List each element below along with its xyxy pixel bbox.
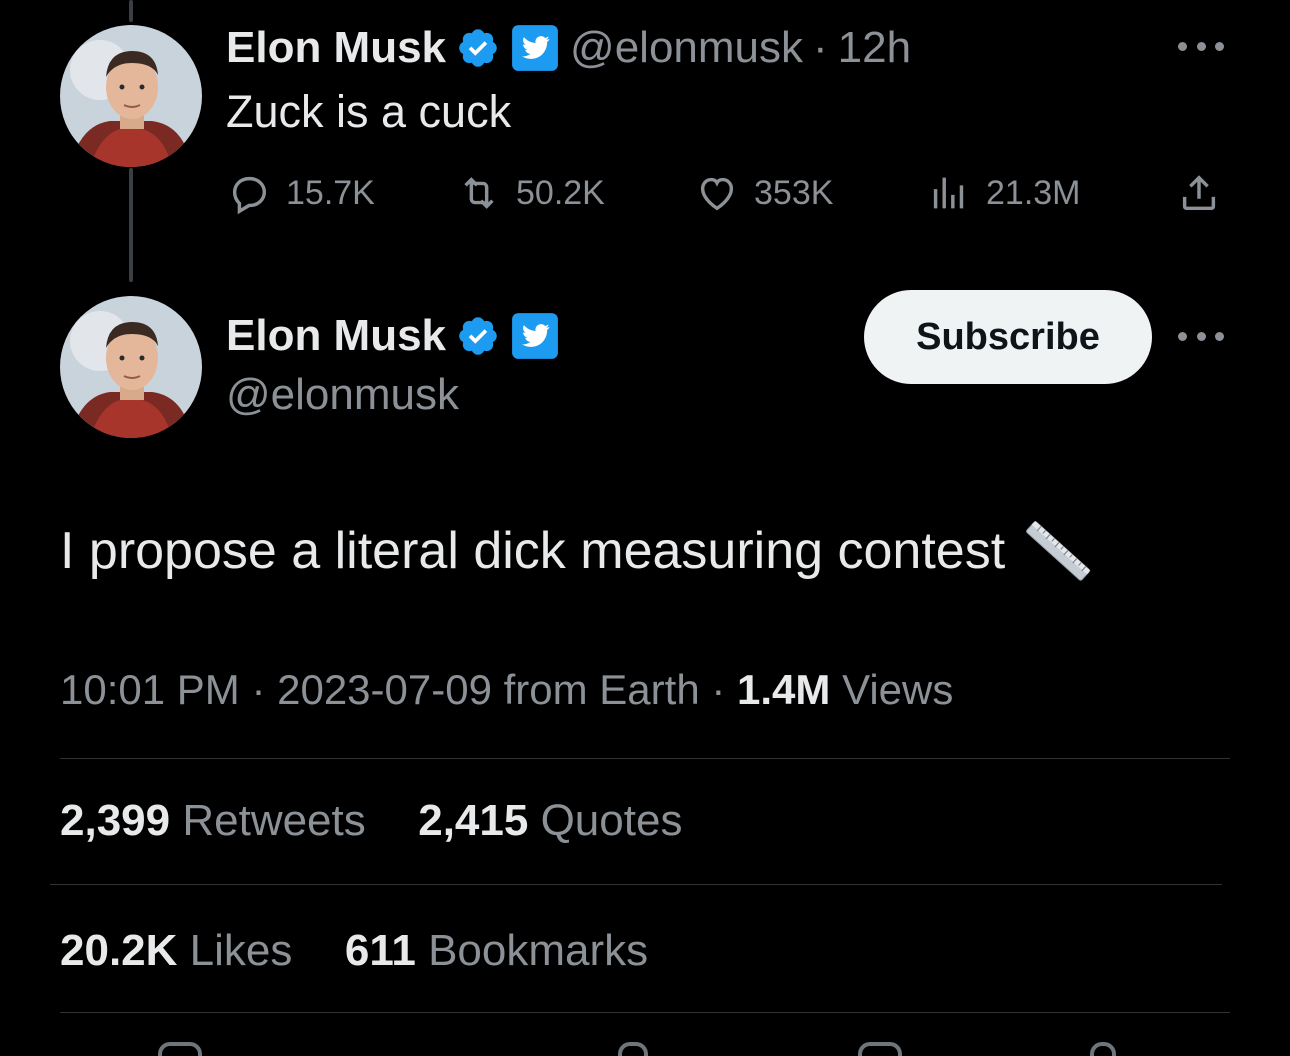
main-tweet-text: I propose a literal dick measuring conte…	[60, 522, 1006, 580]
share-icon[interactable]	[1090, 1042, 1116, 1056]
views-button[interactable]: 21.3M	[926, 166, 1081, 220]
retweet-count: 50.2K	[516, 173, 605, 212]
bookmarks-link[interactable]: 611 Bookmarks	[345, 926, 648, 975]
twitter-bird-badge-icon	[512, 313, 558, 359]
like-count: 353K	[754, 173, 834, 212]
like-button[interactable]: 353K	[694, 166, 833, 220]
twitter-bird-badge-icon	[512, 25, 558, 71]
reply-tweet-actions: 15.7K 50.2K 353K 21.3M	[226, 166, 1226, 220]
views-label: Views	[842, 666, 954, 713]
engagement-row-likes-bookmarks: 20.2K Likes 611 Bookmarks	[60, 926, 648, 976]
bookmark-icon[interactable]	[858, 1042, 902, 1056]
quotes-link[interactable]: 2,415 Quotes	[418, 796, 682, 845]
like-icon[interactable]	[618, 1042, 648, 1056]
engagement-row-retweets-quotes: 2,399 Retweets 2,415 Quotes	[60, 796, 682, 846]
likes-label: Likes	[189, 926, 293, 975]
divider	[50, 884, 1222, 885]
more-options-icon[interactable]	[1178, 326, 1224, 346]
tweet-source: from Earth	[503, 666, 700, 713]
likes-link[interactable]: 20.2K Likes	[60, 926, 305, 975]
share-button[interactable]	[1176, 166, 1222, 220]
bookmarks-label: Bookmarks	[428, 926, 649, 975]
tweet-date[interactable]: 2023-07-09	[277, 666, 492, 713]
retweets-label: Retweets	[182, 796, 366, 845]
action-bar-partial	[0, 1042, 1290, 1056]
reply-tweet-text: Zuck is a cuck	[226, 86, 512, 137]
bookmarks-count: 611	[344, 926, 416, 975]
time-ago[interactable]: 12h	[838, 23, 911, 73]
straight-ruler-icon	[1026, 521, 1091, 581]
retweets-link[interactable]: 2,399 Retweets	[60, 796, 378, 845]
heart-icon	[700, 177, 734, 211]
reply-count: 15.7K	[286, 173, 375, 212]
retweet-button[interactable]: 50.2K	[456, 166, 605, 220]
main-tweet-header: Elon Musk	[226, 304, 560, 368]
verified-badge-icon	[459, 317, 497, 355]
subscribe-button[interactable]: Subscribe	[864, 290, 1152, 384]
divider	[60, 758, 1230, 759]
share-icon	[1182, 175, 1216, 211]
main-tweet-body: I propose a literal dick measuring conte…	[60, 516, 1093, 586]
likes-count: 20.2K	[60, 926, 178, 975]
tweet-metadata: 10:01 PM · 2023-07-09 from Earth · 1.4M …	[60, 666, 954, 713]
author-name[interactable]: Elon Musk	[226, 23, 446, 73]
author-name[interactable]: Elon Musk	[226, 311, 446, 361]
reply-icon[interactable]	[158, 1042, 202, 1056]
more-options-icon[interactable]	[1178, 36, 1224, 56]
tweet-time[interactable]: 10:01 PM	[60, 666, 240, 713]
retweets-count: 2,399	[60, 796, 171, 845]
retweet-icon	[464, 177, 494, 209]
divider	[60, 1012, 1230, 1013]
reply-icon	[232, 176, 267, 215]
author-handle[interactable]: @elonmusk	[570, 23, 803, 73]
separator-dot: ·	[813, 23, 828, 72]
avatar[interactable]	[60, 25, 202, 167]
avatar[interactable]	[60, 296, 202, 438]
quotes-count: 2,415	[418, 796, 529, 845]
reply-button[interactable]: 15.7K	[226, 166, 375, 220]
analytics-bars-icon	[933, 177, 964, 209]
views-count: 21.3M	[986, 173, 1081, 212]
thread-line-connector	[129, 168, 133, 282]
views-count: 1.4M	[737, 666, 831, 713]
quotes-label: Quotes	[540, 796, 683, 845]
author-handle[interactable]: @elonmusk	[226, 370, 459, 420]
reply-tweet-header: Elon Musk @elonmusk · 12h	[226, 18, 911, 78]
thread-line-top	[129, 0, 133, 22]
verified-badge-icon	[459, 29, 497, 67]
